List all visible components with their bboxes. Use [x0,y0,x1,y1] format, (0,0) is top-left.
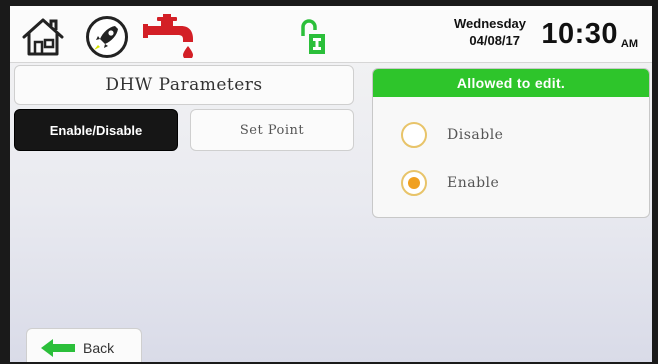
edit-panel: Allowed to edit. Disable Enable [372,68,650,218]
radio-enable[interactable] [401,170,427,196]
tab-enable-disable[interactable]: Enable/Disable [14,109,178,151]
tab-set-point[interactable]: Set Point [190,109,354,151]
touch-screen: Wednesday 04/08/17 10:30 AM DHW Paramete… [10,6,652,362]
back-button[interactable]: Back [26,328,142,362]
unlocked-icon[interactable] [300,18,328,56]
clock-time: 10:30 [541,18,618,50]
weekday: Wednesday [453,16,526,31]
option-enable-label: Enable [447,175,500,191]
radio-disable[interactable] [401,122,427,148]
home-icon[interactable] [20,16,66,58]
page-title: DHW Parameters [14,65,354,105]
water-tap-icon[interactable] [141,12,201,58]
option-disable-label: Disable [447,127,504,143]
date: 04/08/17 [469,33,520,48]
am-pm: AM [620,38,638,50]
panel-header: Allowed to edit. [373,69,649,97]
back-label: Back [83,340,115,356]
date-time: Wednesday 04/08/17 10:30 AM [438,12,638,56]
option-disable[interactable]: Disable [401,118,503,152]
back-arrow-icon [41,339,75,357]
rocket-icon[interactable] [85,15,129,59]
option-enable[interactable]: Enable [401,166,499,200]
top-bar: Wednesday 04/08/17 10:30 AM [10,6,652,63]
